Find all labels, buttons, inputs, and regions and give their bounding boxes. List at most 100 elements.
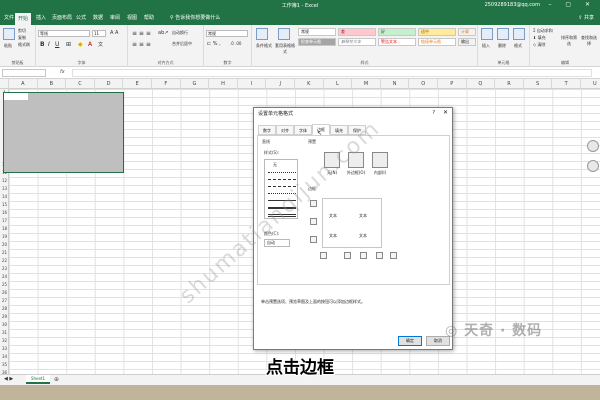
tab-file[interactable]: 文件 (4, 14, 14, 21)
align-left-icon[interactable]: ≡ ≡ ≡ (132, 41, 151, 48)
border-middle-button[interactable] (310, 218, 317, 225)
style-check-cell[interactable]: 检查单元格 (298, 38, 336, 46)
row-header[interactable]: 31 (0, 330, 9, 335)
paste-icon[interactable] (3, 28, 15, 40)
delete-cells-icon[interactable] (497, 28, 509, 40)
border-diag-up-button[interactable] (320, 252, 327, 259)
column-header[interactable]: Q (467, 79, 496, 89)
select-all-corner[interactable] (0, 79, 9, 89)
italic-icon[interactable]: I (48, 41, 50, 48)
dialog-tab-fill[interactable]: 填充 (330, 125, 348, 135)
format-cells-icon[interactable] (513, 28, 525, 40)
share-button[interactable]: ⇪ 共享 (578, 14, 594, 21)
column-header[interactable]: U (581, 79, 600, 89)
clear-button[interactable]: ◇ 清除 (533, 42, 545, 48)
border-center-button[interactable] (360, 252, 367, 259)
row-header[interactable]: 14 (0, 194, 9, 199)
conditional-format-icon[interactable] (256, 28, 268, 40)
dialog-tab-number[interactable]: 数字 (258, 125, 276, 135)
percent-icon[interactable]: ⊏ % , (207, 41, 221, 47)
fill-button[interactable]: ⬇ 填充 (533, 35, 546, 41)
border-preview[interactable]: 文本 文本 文本 文本 (322, 198, 382, 248)
find-select-button[interactable]: 查找和选择 (580, 35, 598, 47)
column-header[interactable]: S (524, 79, 553, 89)
row-header[interactable]: 22 (0, 258, 9, 263)
decimal-icon[interactable]: .0 .00 (230, 41, 241, 46)
window-controls[interactable]: – ▢ ✕ (548, 1, 596, 8)
row-header[interactable]: 21 (0, 250, 9, 255)
tab-help[interactable]: 帮助 (144, 14, 154, 21)
style-warning[interactable]: 警告文本 (378, 38, 416, 46)
column-header[interactable]: D (95, 79, 124, 89)
cut-button[interactable]: 剪切 (18, 28, 26, 34)
style-calc[interactable]: 计算 (458, 28, 476, 36)
sheet-tab[interactable]: Sheet1 (26, 375, 50, 384)
tab-formulas[interactable]: 公式 (76, 14, 86, 21)
row-header[interactable]: 19 (0, 234, 9, 239)
help-icon[interactable]: ? (432, 110, 435, 116)
phonetic-icon[interactable]: 文 (98, 41, 103, 48)
border-diag-down-button[interactable] (390, 252, 397, 259)
row-header[interactable]: 16 (0, 210, 9, 215)
column-header[interactable]: G (181, 79, 210, 89)
border-right-button[interactable] (376, 252, 383, 259)
row-header[interactable]: 30 (0, 322, 9, 327)
column-header[interactable]: K (295, 79, 324, 89)
style-normal[interactable]: 常规 (298, 28, 336, 36)
style-output[interactable]: 输出 (458, 38, 476, 46)
column-header[interactable]: E (123, 79, 152, 89)
column-header[interactable]: B (38, 79, 67, 89)
tab-insert[interactable]: 插入 (36, 14, 46, 21)
table-format-icon[interactable] (278, 28, 290, 40)
row-header[interactable]: 34 (0, 354, 9, 359)
name-box[interactable] (2, 69, 46, 77)
column-header[interactable]: C (66, 79, 95, 89)
selected-range[interactable] (3, 92, 124, 173)
add-sheet-icon[interactable]: ⊕ (54, 376, 59, 383)
sort-filter-button[interactable]: 排序和筛选 (560, 35, 578, 47)
borders-icon[interactable]: ⊞ (66, 41, 71, 48)
column-header[interactable]: P (438, 79, 467, 89)
style-bad[interactable]: 差 (338, 28, 376, 36)
style-good[interactable]: 好 (378, 28, 416, 36)
row-header[interactable]: 33 (0, 346, 9, 351)
side-button-1[interactable] (587, 140, 599, 152)
tab-data[interactable]: 数据 (93, 14, 103, 21)
number-format-select[interactable]: 常规 (206, 30, 248, 37)
align-top-icon[interactable]: ≡ ≡ ≡ (132, 30, 151, 37)
formula-input[interactable] (72, 69, 592, 77)
column-header[interactable]: A (9, 79, 38, 89)
fx-icon[interactable]: fx (60, 69, 65, 75)
column-header[interactable]: M (352, 79, 381, 89)
tab-home[interactable]: 开始 (15, 13, 32, 25)
row-header[interactable]: 24 (0, 274, 9, 279)
column-header[interactable]: R (495, 79, 524, 89)
dialog-tab-font[interactable]: 字体 (294, 125, 312, 135)
bold-icon[interactable]: B (40, 41, 45, 48)
row-header[interactable]: 17 (0, 218, 9, 223)
style-neutral[interactable]: 适中 (418, 28, 456, 36)
user-account[interactable]: 2509289183@qq.com (485, 2, 540, 8)
merge-center-button[interactable]: 合并后居中 (172, 41, 192, 47)
border-left-button[interactable] (344, 252, 351, 259)
column-header[interactable]: T (552, 79, 581, 89)
row-header[interactable]: 29 (0, 314, 9, 319)
line-style-option[interactable] (268, 179, 296, 180)
underline-icon[interactable]: U (55, 41, 59, 48)
column-header[interactable]: I (238, 79, 267, 89)
column-header[interactable]: F (152, 79, 181, 89)
ok-button[interactable]: 确定 (398, 336, 422, 346)
tab-review[interactable]: 审阅 (110, 14, 120, 21)
orientation-icon[interactable]: ab↗ (158, 30, 168, 36)
autosum-button[interactable]: Σ 自动求和 (533, 28, 553, 34)
column-header[interactable]: O (409, 79, 438, 89)
row-header[interactable]: 15 (0, 202, 9, 207)
dialog-tab-alignment[interactable]: 对齐 (276, 125, 294, 135)
side-button-2[interactable] (587, 160, 599, 172)
copy-button[interactable]: 复制 (18, 35, 26, 41)
row-header[interactable]: 32 (0, 338, 9, 343)
column-header[interactable]: N (381, 79, 410, 89)
grow-font-icon[interactable]: A A (110, 30, 118, 36)
close-icon[interactable]: ✕ (443, 109, 448, 116)
border-bottom-button[interactable] (310, 236, 317, 243)
